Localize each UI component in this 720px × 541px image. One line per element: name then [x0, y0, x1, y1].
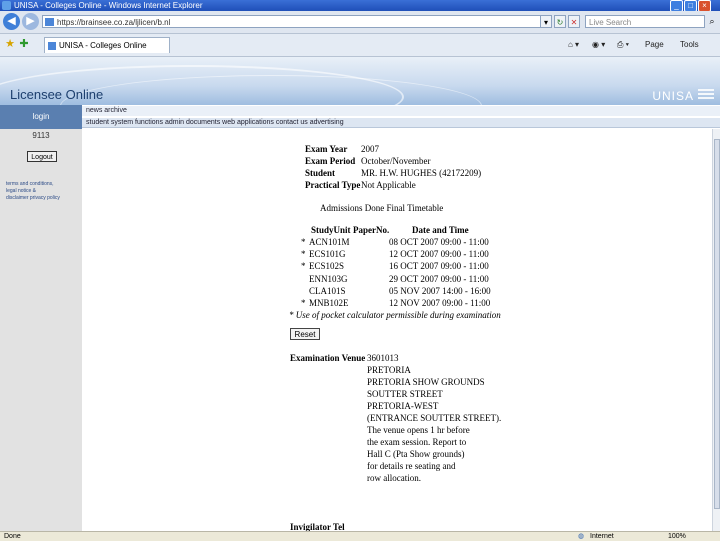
practical-type-label: Practical Type [305, 180, 361, 190]
venue-line: SOUTTER STREET [367, 389, 443, 399]
study-unit: ECS102S [309, 261, 345, 271]
date-time: 08 OCT 2007 09:00 - 11:00 [389, 237, 489, 247]
stop-icon[interactable]: ✕ [568, 15, 580, 28]
exam-timetable: Exam Year 2007 Exam Period October/Novem… [82, 129, 712, 532]
vertical-scrollbar[interactable] [712, 129, 720, 531]
venue-line: PRETORIA SHOW GROUNDS [367, 377, 485, 387]
venue-line: the exam session. Report to [367, 437, 467, 447]
ie-icon [2, 1, 11, 10]
banner-title: Licensee Online [10, 87, 104, 102]
study-unit: ECS101G [309, 249, 346, 259]
date-time: 16 OCT 2007 09:00 - 11:00 [389, 261, 489, 271]
venue-line: PRETORIA-WEST [367, 401, 439, 411]
calculator-mark: * [301, 237, 306, 247]
tab-page-icon [48, 42, 56, 50]
login-header[interactable]: login [0, 105, 82, 129]
search-input[interactable]: Live Search [585, 15, 705, 28]
print-icon[interactable]: ⎙ ▾ [617, 39, 629, 51]
unisa-logo: UNISA [652, 89, 694, 103]
date-time: 29 OCT 2007 09:00 - 11:00 [389, 274, 489, 284]
scrollbar-thumb[interactable] [714, 139, 720, 509]
venue-line: PRETORIA [367, 365, 411, 375]
site-banner: Licensee Online UNISA [0, 57, 720, 105]
user-id: 9113 [32, 131, 50, 140]
calculator-mark: * [301, 298, 306, 308]
tab-toolbar: ★ ✚ UNISA - Colleges Online ⌂ ▾ ◉ ▾ ⎙ ▾ … [0, 34, 720, 57]
window-title-bar: UNISA - Colleges Online - Windows Intern… [0, 0, 720, 12]
date-time: 05 NOV 2007 14:00 - 16:00 [389, 286, 491, 296]
exam-year-value: 2007 [361, 144, 379, 154]
exam-year-label: Exam Year [305, 144, 348, 154]
practical-type-value: Not Applicable [361, 180, 416, 190]
venue-code: 3601013 [367, 353, 399, 363]
venue-label: Examination Venue [290, 353, 366, 363]
col-paper-no: PaperNo. [353, 225, 390, 235]
nav-menu[interactable]: student system functions admin documents… [82, 118, 720, 128]
study-unit: MNB102E [309, 298, 349, 308]
forward-icon[interactable]: ▶ [22, 13, 39, 30]
favorites-star-icon[interactable]: ★ [4, 38, 16, 50]
back-icon[interactable]: ◀ [3, 13, 20, 30]
address-toolbar: ◀ ▶ https://brainsee.co.za/ljlicen/b.nl … [0, 11, 720, 34]
study-unit: ACN101M [309, 237, 350, 247]
window-title: UNISA - Colleges Online - Windows Intern… [14, 1, 203, 10]
tab-title: UNISA - Colleges Online [59, 41, 147, 50]
address-dropdown-icon[interactable]: ▾ [540, 15, 552, 28]
venue-line: row allocation. [367, 473, 421, 483]
study-unit: ENN103G [309, 274, 348, 284]
sidebar-link[interactable]: disclaimer privacy policy [6, 195, 80, 202]
refresh-icon[interactable]: ↻ [554, 15, 566, 28]
address-bar[interactable]: https://brainsee.co.za/ljlicen/b.nl [42, 15, 550, 28]
nav-news-archive[interactable]: news archive [82, 106, 720, 116]
col-date-time: Date and Time [412, 225, 469, 235]
home-icon[interactable]: ⌂ ▾ [568, 39, 579, 51]
venue-line: Hall C (Pta Show grounds) [367, 449, 465, 459]
calculator-footnote: * Use of pocket calculator permissible d… [289, 310, 501, 320]
venue-line: The venue opens 1 hr before [367, 425, 470, 435]
search-icon[interactable]: ⌕ [706, 15, 718, 28]
reset-button[interactable]: Reset [290, 328, 320, 340]
unisa-logo-mark-icon [698, 89, 714, 101]
calculator-mark: * [301, 261, 306, 271]
admissions-status: Admissions Done Final Timetable [320, 203, 444, 213]
exam-period-label: Exam Period [305, 156, 356, 166]
sidebar: login 9113 Logout terms and conditions, … [0, 105, 82, 531]
date-time: 12 OCT 2007 09:00 - 11:00 [389, 249, 489, 259]
sidebar-link[interactable]: legal notice & [6, 188, 80, 195]
tools-menu[interactable]: Tools [680, 39, 699, 51]
exam-period-value: October/November [361, 156, 431, 166]
student-label: Student [305, 168, 336, 178]
logout-button[interactable]: Logout [27, 151, 57, 162]
sidebar-links: terms and conditions, legal notice & dis… [6, 181, 80, 202]
venue-line: for details re seating and [367, 461, 456, 471]
study-unit: CLA101S [309, 286, 346, 296]
venue-line: (ENTRANCE SOUTTER STREET). [367, 413, 502, 423]
student-value: MR. H.W. HUGHES (42172209) [361, 168, 482, 178]
browser-tab[interactable]: UNISA - Colleges Online [44, 37, 170, 53]
feeds-icon[interactable]: ◉ ▾ [592, 39, 605, 51]
page-icon [45, 18, 54, 26]
add-favorite-icon[interactable]: ✚ [18, 38, 30, 50]
address-text: https://brainsee.co.za/ljlicen/b.nl [57, 18, 171, 27]
page-menu[interactable]: Page [645, 39, 664, 51]
date-time: 12 NOV 2007 09:00 - 11:00 [389, 298, 491, 308]
sidebar-link[interactable]: terms and conditions, [6, 181, 80, 188]
calculator-mark: * [301, 249, 306, 259]
col-study-unit: StudyUnit [311, 225, 351, 235]
